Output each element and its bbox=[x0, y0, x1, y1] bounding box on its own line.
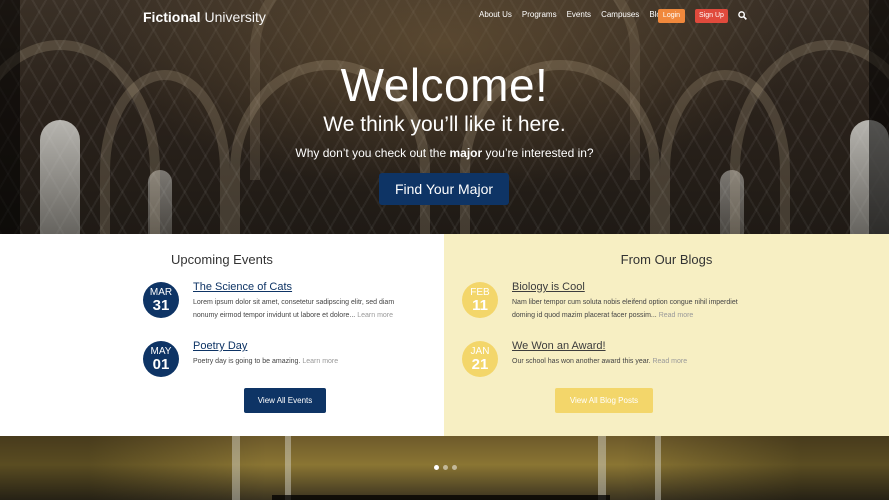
site-logo[interactable]: Fictional University bbox=[143, 9, 266, 25]
top-nav-bar: Fictional University About Us Programs E… bbox=[0, 0, 889, 34]
slider-dot[interactable] bbox=[452, 465, 457, 470]
view-all-blog-posts-button[interactable]: View All Blog Posts bbox=[555, 388, 653, 413]
slider-bg-pole bbox=[598, 436, 606, 500]
nav-about-us[interactable]: About Us bbox=[479, 10, 512, 19]
learn-more-link[interactable]: Learn more bbox=[357, 312, 393, 319]
hero-title: Welcome! bbox=[340, 59, 549, 111]
blog-title-link[interactable]: We Won an Award! bbox=[512, 340, 606, 352]
nav-campuses[interactable]: Campuses bbox=[601, 10, 639, 19]
login-button[interactable]: Login bbox=[658, 9, 685, 23]
blogs-title: From Our Blogs bbox=[620, 252, 713, 267]
blog-date-badge[interactable]: JAN 21 bbox=[462, 341, 498, 377]
slider-bg-pole bbox=[285, 436, 291, 500]
hero-question: Why don’t you check out the major you’re… bbox=[295, 146, 594, 160]
slider-bg-pole bbox=[655, 436, 661, 500]
slider-dots bbox=[434, 465, 457, 470]
hero-slider bbox=[0, 436, 889, 500]
view-all-events-button[interactable]: View All Events bbox=[244, 388, 326, 413]
event-title-link[interactable]: The Science of Cats bbox=[193, 281, 292, 293]
find-your-major-button[interactable]: Find Your Major bbox=[379, 173, 509, 205]
blog-date-badge[interactable]: FEB 11 bbox=[462, 282, 498, 318]
event-date-badge[interactable]: MAY 01 bbox=[143, 341, 179, 377]
event-excerpt: Poetry day is going to be amazing. Learn… bbox=[193, 358, 339, 365]
slider-bg-pole bbox=[232, 436, 240, 500]
upcoming-events-panel: Upcoming Events MAR 31 The Science of Cat… bbox=[0, 234, 444, 436]
blog-excerpt: Nam liber tempor cum soluta nobis eleife… bbox=[512, 299, 738, 319]
nav-events[interactable]: Events bbox=[567, 10, 591, 19]
event-excerpt: Lorem ipsum dolor sit amet, consetetur s… bbox=[193, 299, 395, 319]
main-nav: About Us Programs Events Campuses Blog bbox=[479, 10, 665, 19]
signup-button[interactable]: Sign Up bbox=[695, 9, 728, 23]
slide-caption-panel bbox=[272, 495, 610, 500]
read-more-link[interactable]: Read more bbox=[659, 312, 694, 319]
hero-subtitle: We think you’ll like it here. bbox=[323, 113, 566, 136]
learn-more-link[interactable]: Learn more bbox=[302, 358, 338, 365]
event-date-badge[interactable]: MAR 31 bbox=[143, 282, 179, 318]
slider-dot[interactable] bbox=[443, 465, 448, 470]
read-more-link[interactable]: Read more bbox=[652, 358, 687, 365]
blog-title-link[interactable]: Biology is Cool bbox=[512, 281, 585, 293]
hero-banner: Fictional University About Us Programs E… bbox=[0, 0, 889, 234]
search-icon[interactable] bbox=[738, 11, 747, 20]
events-title: Upcoming Events bbox=[171, 252, 273, 267]
event-title-link[interactable]: Poetry Day bbox=[193, 340, 247, 352]
blog-excerpt: Our school has won another award this ye… bbox=[512, 358, 688, 365]
blogs-panel: From Our Blogs FEB 11 Biology is Cool Nam… bbox=[444, 234, 889, 436]
nav-programs[interactable]: Programs bbox=[522, 10, 557, 19]
slider-dot[interactable] bbox=[434, 465, 439, 470]
